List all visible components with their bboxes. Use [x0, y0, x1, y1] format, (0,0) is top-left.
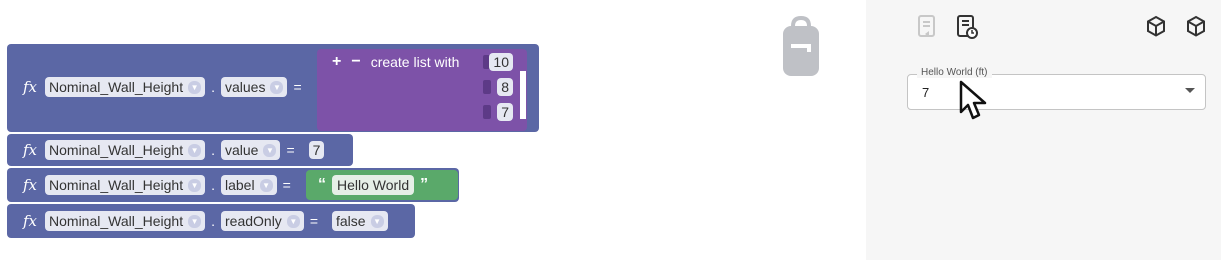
- cursor-icon: [959, 80, 987, 120]
- fx-icon: fx: [23, 212, 38, 230]
- number-field[interactable]: 7: [308, 141, 325, 159]
- backpack-icon[interactable]: [781, 16, 821, 78]
- set-value-block[interactable]: fx Nominal_Wall_Height ▼ . value ▼ = 7: [7, 134, 353, 166]
- remove-item-button[interactable]: −: [351, 53, 360, 71]
- dropdown-arrow-icon: ▼: [270, 80, 284, 94]
- add-item-button[interactable]: +: [332, 53, 341, 71]
- variable-dropdown[interactable]: Nominal_Wall_Height ▼: [45, 140, 206, 160]
- fx-icon: fx: [23, 141, 38, 159]
- variable-dropdown[interactable]: Nominal_Wall_Height ▼: [45, 211, 206, 231]
- list-item-number[interactable]: 8: [497, 78, 513, 96]
- list-item-number[interactable]: 7: [497, 103, 513, 121]
- fx-icon: fx: [23, 176, 38, 194]
- set-readonly-block[interactable]: fx Nominal_Wall_Height ▼ . readOnly ▼ = fa…: [7, 204, 415, 238]
- hello-world-dropdown[interactable]: Hello World (ft) 7: [907, 67, 1206, 110]
- cube-outline-icon[interactable]: [1184, 14, 1208, 40]
- field-label: Hello World (ft): [917, 67, 992, 78]
- property-dropdown[interactable]: value ▼: [221, 140, 281, 160]
- close-quote-icon: ”: [420, 176, 429, 193]
- boolean-dropdown[interactable]: false ▼: [332, 211, 388, 231]
- dropdown-arrow-icon: ▼: [259, 178, 273, 192]
- cube-icon[interactable]: [1144, 14, 1168, 40]
- create-list-block[interactable]: + − create list with 10 8 7: [317, 49, 527, 131]
- dropdown-arrow-icon: ▼: [188, 143, 202, 157]
- blockly-workspace[interactable]: fx Nominal_Wall_Height ▼ . values ▼ = + − …: [0, 0, 866, 260]
- field-value: 7: [922, 85, 930, 100]
- list-socket: [483, 80, 491, 94]
- dropdown-arrow-icon: ▼: [188, 80, 202, 94]
- fx-icon: fx: [23, 78, 38, 96]
- document-icon[interactable]: [915, 14, 939, 40]
- dropdown-arrow-icon: ▼: [188, 178, 202, 192]
- document-refresh-icon[interactable]: [955, 14, 979, 40]
- variable-dropdown[interactable]: Nominal_Wall_Height ▼: [45, 77, 206, 97]
- dropdown-arrow-icon: ▼: [286, 214, 300, 228]
- list-socket: [483, 105, 491, 119]
- create-list-label: create list with: [370, 54, 460, 70]
- text-block[interactable]: “ Hello World ”: [306, 170, 458, 200]
- property-dropdown[interactable]: label ▼: [221, 175, 277, 195]
- dropdown-arrow-icon: ▼: [263, 143, 277, 157]
- dropdown-arrow-icon: ▼: [370, 214, 384, 228]
- list-bracket: [520, 71, 526, 119]
- variable-dropdown[interactable]: Nominal_Wall_Height ▼: [45, 175, 206, 195]
- property-dropdown[interactable]: readOnly ▼: [221, 211, 304, 231]
- dropdown-arrow-icon: ▼: [188, 214, 202, 228]
- property-dropdown[interactable]: values ▼: [221, 77, 288, 97]
- chevron-down-icon[interactable]: [1185, 88, 1195, 93]
- text-field[interactable]: Hello World: [332, 175, 415, 195]
- list-item-number[interactable]: 10: [489, 53, 513, 71]
- open-quote-icon: “: [318, 176, 326, 193]
